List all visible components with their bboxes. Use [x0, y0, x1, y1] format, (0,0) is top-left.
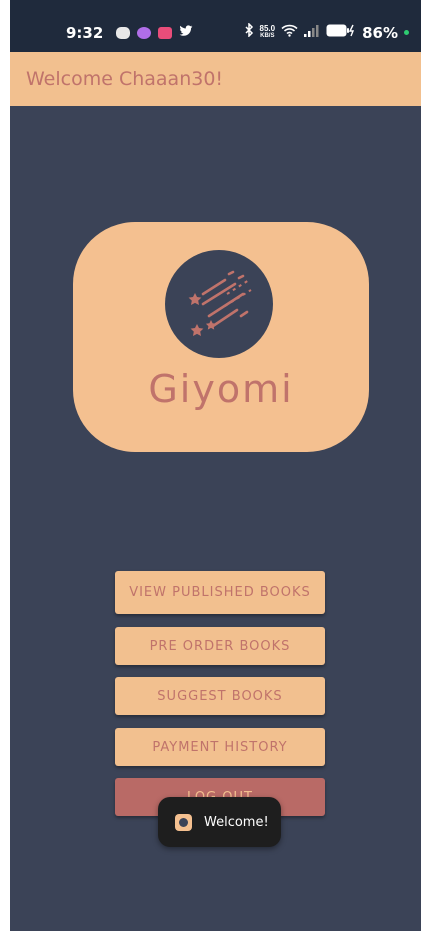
- status-time: 9:32: [66, 24, 104, 42]
- shooting-stars-logo-icon: [165, 250, 273, 358]
- signal-icon: [304, 24, 320, 42]
- app-bar: Welcome Chaaan30!: [10, 52, 421, 106]
- bluetooth-icon: [244, 22, 254, 42]
- twitter-icon: [179, 24, 193, 42]
- app-notification-icon: [137, 27, 151, 39]
- network-speed-value: 85.0: [259, 24, 276, 33]
- view-published-books-button[interactable]: VIEW PUBLISHED BOOKS: [115, 571, 325, 614]
- payment-history-button[interactable]: PAYMENT HISTORY: [115, 728, 325, 766]
- app-screen: 9:32 85.0 KB/S 86% Welcome Chaaan30! Giy…: [10, 0, 421, 931]
- suggest-books-label: SUGGEST BOOKS: [157, 688, 283, 704]
- view-published-books-label: VIEW PUBLISHED BOOKS: [129, 585, 311, 600]
- wifi-icon: [281, 24, 298, 42]
- app-logo-card: Giyomi: [73, 222, 369, 452]
- toast-message: Welcome!: [204, 814, 269, 830]
- notification-icons: [116, 24, 193, 42]
- network-speed: 85.0 KB/S: [260, 25, 276, 40]
- status-bar: 9:32 85.0 KB/S 86%: [10, 0, 421, 52]
- suggest-books-button[interactable]: SUGGEST BOOKS: [115, 677, 325, 715]
- welcome-title: Welcome Chaaan30!: [26, 68, 224, 90]
- status-right-group: 85.0 KB/S 86%: [244, 22, 409, 42]
- app-icon: [175, 813, 192, 831]
- game-controller-icon: [116, 27, 130, 39]
- pre-order-books-button[interactable]: PRE ORDER BOOKS: [115, 627, 325, 665]
- cat-app-icon: [158, 27, 172, 39]
- pre-order-books-label: PRE ORDER BOOKS: [149, 638, 291, 654]
- battery-icon: [326, 24, 356, 42]
- battery-percent: 86%: [362, 23, 398, 42]
- app-name: Giyomi: [148, 367, 294, 411]
- network-speed-unit: KB/S: [260, 33, 275, 39]
- payment-history-label: PAYMENT HISTORY: [152, 739, 288, 755]
- welcome-toast: Welcome!: [158, 797, 281, 847]
- charging-indicator-dot: [404, 30, 409, 35]
